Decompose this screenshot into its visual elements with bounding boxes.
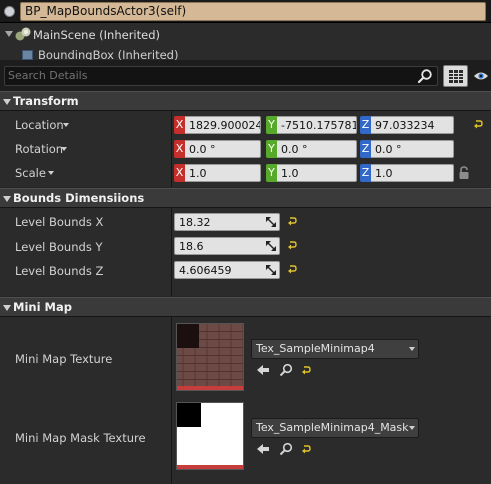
axis-x-tag[interactable]: X: [174, 164, 185, 182]
chevron-down-icon[interactable]: [409, 426, 415, 430]
level-bounds-x-label: Level Bounds X: [15, 215, 104, 229]
level-bounds-z-field[interactable]: 4.606459: [174, 261, 280, 279]
lock-icon[interactable]: [458, 166, 470, 180]
scale-x-field[interactable]: 1.0: [185, 164, 261, 182]
rotation-y-field[interactable]: 0.0 °: [277, 140, 357, 158]
browse-icon[interactable]: [279, 363, 293, 377]
chevron-down-icon[interactable]: [409, 347, 415, 351]
reset-to-default-icon[interactable]: [288, 241, 297, 250]
minimap-mask-texture-label: Mini Map Mask Texture: [15, 431, 146, 445]
category-mini-map[interactable]: [0, 297, 491, 317]
rotation-z-field[interactable]: 0.0 °: [371, 140, 454, 158]
use-selected-icon[interactable]: [256, 363, 270, 377]
category-label: Transform: [13, 94, 79, 108]
category-label: Mini Map: [13, 300, 72, 314]
chevron-down-icon[interactable]: [61, 147, 67, 151]
property-matrix-button[interactable]: [443, 65, 468, 87]
minimap-texture-thumbnail[interactable]: [176, 323, 244, 391]
axis-z-tag[interactable]: Z: [360, 164, 371, 182]
actor-bullet-icon: [4, 6, 15, 17]
scale-label[interactable]: Scale: [15, 166, 46, 180]
axis-z-tag[interactable]: Z: [360, 116, 371, 134]
chevron-down-icon[interactable]: [48, 171, 54, 175]
axis-y-tag[interactable]: Y: [266, 116, 277, 134]
minimap-mask-preview: [177, 403, 243, 469]
collapse-arrow-icon[interactable]: [3, 196, 11, 202]
reset-to-default-icon[interactable]: [288, 217, 297, 226]
rotation-x-field[interactable]: 0.0 °: [185, 140, 261, 158]
tree-expand-arrow-icon[interactable]: [5, 31, 13, 37]
use-selected-icon[interactable]: [256, 442, 270, 456]
axis-y-tag[interactable]: Y: [266, 164, 277, 182]
location-label[interactable]: Location: [15, 118, 64, 132]
location-x-field[interactable]: 1829.900024: [185, 116, 261, 134]
reset-to-default-icon[interactable]: [474, 120, 483, 129]
minimap-mask-thumbnail[interactable]: [176, 402, 244, 470]
reset-to-default-icon[interactable]: [302, 445, 311, 454]
location-label-text: Location: [15, 118, 64, 132]
category-label: Bounds Dimensiions: [13, 191, 145, 205]
collapse-arrow-icon[interactable]: [3, 305, 11, 311]
actor-name-text[interactable]: BP_MapBoundsActor3(self): [25, 3, 186, 19]
minimap-texture-combo[interactable]: Tex_SampleMinimap4: [251, 339, 419, 359]
axis-x-tag[interactable]: X: [174, 116, 185, 134]
scale-z-field[interactable]: 1.0: [371, 164, 454, 182]
minimap-mask-combo[interactable]: Tex_SampleMinimap4_Mask: [251, 418, 419, 438]
drag-resize-icon[interactable]: [266, 265, 276, 275]
level-bounds-z-label: Level Bounds Z: [15, 264, 104, 278]
column-divider[interactable]: [171, 208, 172, 296]
eye-icon[interactable]: [473, 70, 489, 82]
axis-y-tag[interactable]: Y: [266, 140, 277, 158]
scale-y-field[interactable]: 1.0: [277, 164, 357, 182]
axis-z-tag[interactable]: Z: [360, 140, 371, 158]
level-bounds-x-field[interactable]: 18.32: [174, 213, 280, 231]
reset-to-default-icon[interactable]: [288, 265, 297, 274]
reset-to-default-icon[interactable]: [302, 366, 311, 375]
level-bounds-y-field[interactable]: 18.6: [174, 237, 280, 255]
location-y-field[interactable]: -7510.175781: [277, 116, 357, 134]
box-component-icon: [22, 50, 33, 60]
column-divider[interactable]: [171, 111, 172, 187]
scale-label-text: Scale: [15, 166, 46, 180]
browse-icon[interactable]: [279, 442, 293, 456]
column-divider[interactable]: [171, 317, 172, 484]
drag-resize-icon[interactable]: [266, 217, 276, 227]
minimap-texture-label: Mini Map Texture: [15, 352, 113, 366]
property-matrix-icon: [449, 70, 463, 83]
axis-x-tag[interactable]: X: [174, 140, 185, 158]
chevron-down-icon[interactable]: [63, 123, 69, 127]
rotation-label-text: Rotation: [15, 142, 64, 156]
level-bounds-y-label: Level Bounds Y: [15, 240, 103, 254]
collapse-arrow-icon[interactable]: [3, 99, 11, 105]
minimap-texture-preview: [177, 324, 243, 390]
location-z-field[interactable]: 97.033234: [371, 116, 454, 134]
search-icon[interactable]: [417, 68, 433, 84]
drag-resize-icon[interactable]: [266, 241, 276, 251]
tree-item-main-scene[interactable]: MainScene (Inherited): [33, 28, 160, 42]
rotation-label[interactable]: Rotation: [15, 142, 63, 156]
scene-component-icon: [15, 27, 31, 41]
search-placeholder: Search Details: [8, 69, 88, 82]
